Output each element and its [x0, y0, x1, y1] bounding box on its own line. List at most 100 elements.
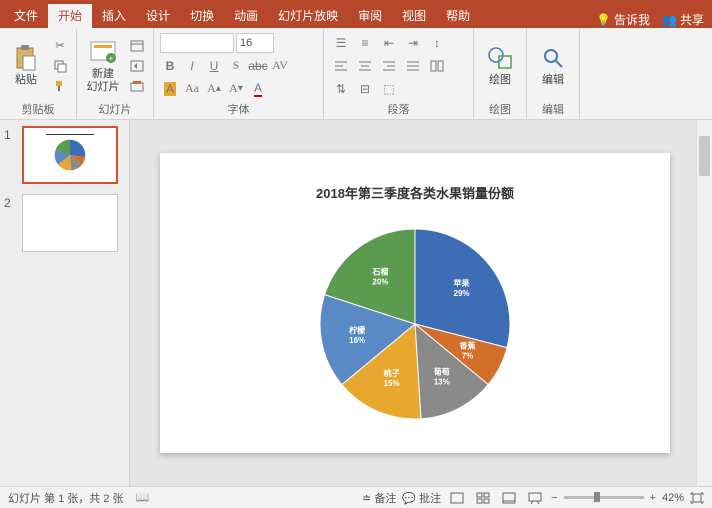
share-icon: 👥 — [662, 13, 677, 27]
new-slide-icon: + — [89, 38, 117, 66]
italic-button[interactable]: I — [182, 56, 202, 76]
smartart-button[interactable]: ⬚ — [378, 79, 400, 99]
thumbnail-panel[interactable]: 1 2 — [0, 120, 130, 486]
svg-text:+: + — [109, 54, 114, 63]
columns-button[interactable] — [426, 56, 448, 76]
indent-inc-button[interactable]: ⇥ — [402, 33, 424, 53]
font-color-button[interactable]: A — [248, 79, 268, 99]
clipboard-label: 剪贴板 — [6, 99, 70, 117]
tab-home[interactable]: 开始 — [48, 4, 92, 28]
copy-icon — [53, 59, 67, 73]
slides-label: 幻灯片 — [83, 99, 147, 117]
zoom-out-button[interactable]: − — [551, 492, 557, 504]
svg-text:15%: 15% — [384, 379, 400, 388]
thumbnail-slide — [22, 194, 118, 252]
font-name-combo[interactable] — [160, 33, 234, 53]
section-icon — [130, 80, 144, 92]
ribbon-group-slides: + 新建 幻灯片 幻灯片 — [77, 28, 154, 119]
zoom-in-button[interactable]: + — [650, 492, 656, 504]
mini-pie-icon — [53, 138, 87, 172]
lightbulb-icon: 💡 — [596, 13, 611, 27]
tab-review[interactable]: 审阅 — [348, 4, 392, 28]
svg-text:苹果: 苹果 — [454, 278, 470, 288]
sorter-view-button[interactable] — [473, 490, 493, 506]
paste-button[interactable]: 粘贴 — [6, 44, 46, 86]
comments-button[interactable]: 💬 批注 — [402, 490, 441, 506]
tab-file[interactable]: 文件 — [4, 4, 48, 28]
tab-insert[interactable]: 插入 — [92, 4, 136, 28]
cut-button[interactable]: ✂ — [50, 37, 70, 55]
tab-design[interactable]: 设计 — [136, 4, 180, 28]
drawing-label: 绘图 — [480, 99, 520, 117]
fit-button[interactable] — [690, 492, 704, 504]
slide-canvas[interactable]: 2018年第三季度各类水果销量份额 苹果29%香蕉7%葡萄13%桃子15%柠檬1… — [130, 120, 712, 486]
align-text-button[interactable]: ⊟ — [354, 79, 376, 99]
grow-font-button[interactable]: A▴ — [204, 79, 224, 99]
copy-button[interactable] — [50, 57, 70, 75]
layout-button[interactable] — [127, 37, 147, 55]
ribbon: 粘贴 ✂ 剪贴板 + 新建 幻灯片 幻灯片 — [0, 28, 712, 120]
aligntext-icon: ⊟ — [360, 82, 370, 96]
spellcheck-icon[interactable]: 📖 — [136, 491, 150, 504]
spacing-button[interactable]: AV — [270, 56, 290, 76]
bold-button[interactable]: B — [160, 56, 180, 76]
slideshow-view-button[interactable] — [525, 490, 545, 506]
reading-view-button[interactable] — [499, 490, 519, 506]
svg-text:16%: 16% — [349, 336, 365, 345]
drawing-button[interactable]: 绘图 — [480, 44, 520, 86]
tab-animations[interactable]: 动画 — [224, 4, 268, 28]
line-spacing-button[interactable]: ↕ — [426, 33, 448, 53]
notes-button[interactable]: ≐ 备注 — [362, 490, 396, 506]
zoom-level[interactable]: 42% — [662, 492, 684, 504]
ribbon-group-paragraph: ☰ ≡ ⇤ ⇥ ↕ ⇅ ⊟ ⬚ — [324, 28, 474, 119]
chart-title: 2018年第三季度各类水果销量份额 — [160, 183, 670, 202]
tell-me-button[interactable]: 💡告诉我 — [596, 11, 650, 28]
paste-icon — [12, 44, 40, 72]
format-painter-button[interactable] — [50, 77, 70, 95]
indent-dec-button[interactable]: ⇤ — [378, 33, 400, 53]
tab-slideshow[interactable]: 幻灯片放映 — [268, 4, 348, 28]
editing-button[interactable]: 编辑 — [533, 44, 573, 86]
normal-view-button[interactable] — [447, 490, 467, 506]
highlight-button[interactable]: A — [160, 79, 180, 99]
thumbnail-slide — [22, 126, 118, 184]
svg-text:29%: 29% — [454, 289, 470, 298]
section-button[interactable] — [127, 77, 147, 95]
thumbnail-2[interactable]: 2 — [4, 194, 125, 252]
new-slide-button[interactable]: + 新建 幻灯片 — [83, 38, 123, 92]
align-right-button[interactable] — [378, 56, 400, 76]
tab-transitions[interactable]: 切换 — [180, 4, 224, 28]
numbering-button[interactable]: ≡ — [354, 33, 376, 53]
underline-button[interactable]: U — [204, 56, 224, 76]
zoom-slider[interactable] — [564, 496, 644, 499]
strike-button[interactable]: abc — [248, 56, 268, 76]
tab-view[interactable]: 视图 — [392, 4, 436, 28]
justify-button[interactable] — [402, 56, 424, 76]
slide[interactable]: 2018年第三季度各类水果销量份额 苹果29%香蕉7%葡萄13%桃子15%柠檬1… — [160, 153, 670, 453]
bullets-button[interactable]: ☰ — [330, 33, 352, 53]
align-left-button[interactable] — [330, 56, 352, 76]
svg-text:13%: 13% — [434, 377, 450, 386]
ribbon-group-clipboard: 粘贴 ✂ 剪贴板 — [0, 28, 77, 119]
svg-text:桃子: 桃子 — [384, 368, 400, 378]
status-bar: 幻灯片 第 1 张，共 2 张 📖 ≐ 备注 💬 批注 − + 42% — [0, 486, 712, 508]
text-direction-button[interactable]: ⇅ — [330, 79, 352, 99]
shadow-button[interactable]: S — [226, 56, 246, 76]
case-button[interactable]: Aa — [182, 79, 202, 99]
zoom-handle[interactable] — [594, 492, 600, 502]
font-label: 字体 — [160, 99, 317, 117]
align-center-button[interactable] — [354, 56, 376, 76]
shrink-font-button[interactable]: A▾ — [226, 79, 246, 99]
font-size-combo[interactable]: 16 — [236, 33, 274, 53]
shapes-icon — [486, 44, 514, 72]
scroll-thumb[interactable] — [699, 136, 710, 176]
bullets-icon: ☰ — [336, 36, 347, 50]
scissors-icon: ✂ — [55, 39, 64, 52]
thumbnail-1[interactable]: 1 — [4, 126, 125, 184]
reset-button[interactable] — [127, 57, 147, 75]
thumbnail-number: 2 — [4, 194, 16, 252]
share-button[interactable]: 👥共享 — [662, 11, 704, 28]
tab-help[interactable]: 帮助 — [436, 4, 480, 28]
svg-text:葡萄: 葡萄 — [433, 366, 450, 376]
vertical-scrollbar[interactable] — [696, 120, 712, 486]
